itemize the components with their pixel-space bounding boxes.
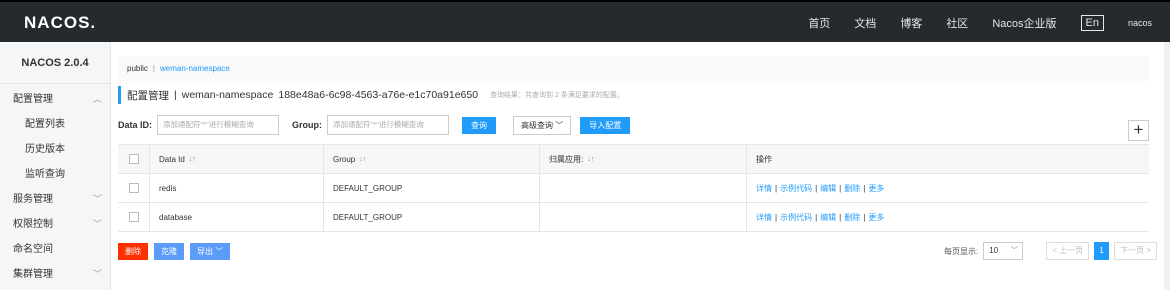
sidebar-item-access-control[interactable]: 权限控制 ﹀	[0, 212, 110, 237]
cell-group: DEFAULT_GROUP	[324, 174, 540, 202]
cell-data-id: redis	[150, 174, 324, 202]
group-input[interactable]: 添加通配符"*"进行模糊查询	[327, 115, 450, 135]
sidebar-item-config-list[interactable]: 配置列表	[0, 112, 110, 137]
detail-link[interactable]: 详情	[756, 212, 772, 223]
advanced-query-button[interactable]: 高级查询 ﹀	[513, 115, 572, 135]
namespace-breadcrumb: public | weman-namespace	[118, 56, 1149, 81]
row-operations: 详情 | 示例代码 | 编辑 | 删除 | 更多	[756, 183, 885, 194]
table-row: database DEFAULT_GROUP 详情 | 示例代码 | 编辑 | 删除 |…	[118, 203, 1149, 232]
row-operations: 详情 | 示例代码 | 编辑 | 删除 | 更多	[756, 212, 885, 223]
import-config-button[interactable]: 导入配置	[580, 116, 631, 134]
bulk-actions: 删除 克隆 导出 ﹀	[118, 243, 236, 260]
query-result-hint: 查询结果：共查询到 2 条满足要求的配置。	[490, 92, 624, 99]
sort-icon[interactable]: ↓↑	[189, 156, 196, 163]
version-label: NACOS 2.0.4	[0, 42, 110, 84]
table-header: Data Id ↓↑ Group ↓↑ 归属应用: ↓↑ 操作	[118, 145, 1149, 174]
detail-link[interactable]: 详情	[756, 183, 772, 194]
namespace-name: weman-namespace	[181, 89, 274, 101]
nav-home[interactable]: 首页	[808, 15, 830, 31]
column-data-id: Data Id	[159, 154, 185, 164]
user-menu[interactable]: nacos	[1128, 18, 1152, 28]
sidebar-item-config-management[interactable]: 配置管理 ︿	[0, 87, 110, 112]
page-size-label: 每页显示:	[943, 246, 979, 256]
nav-docs[interactable]: 文档	[854, 15, 876, 31]
page-title: 配置管理 | weman-namespace 188e48a6-6c98-456…	[118, 86, 624, 104]
nav-enterprise[interactable]: Nacos企业版	[992, 15, 1056, 31]
sample-code-link[interactable]: 示例代码	[780, 212, 812, 223]
cell-app	[540, 174, 747, 202]
more-link[interactable]: 更多	[868, 212, 884, 223]
group-label: Group:	[292, 120, 323, 130]
chevron-down-icon: ﹀	[555, 120, 564, 130]
sample-code-link[interactable]: 示例代码	[780, 183, 812, 194]
add-config-button[interactable]: +	[1128, 120, 1149, 141]
chevron-down-icon: ﹀	[92, 269, 102, 279]
more-link[interactable]: 更多	[868, 183, 884, 194]
sidebar-item-service-management[interactable]: 服务管理 ﹀	[0, 187, 110, 212]
search-filters: Data ID: 添加通配符"*"进行模糊查询 Group: 添加通配符"*"进…	[118, 115, 631, 135]
delete-link[interactable]: 删除	[844, 183, 860, 194]
sidebar-item-namespace[interactable]: 命名空间	[0, 237, 110, 262]
table-row: redis DEFAULT_GROUP 详情 | 示例代码 | 编辑 | 删除 | 更多	[118, 174, 1149, 203]
row-checkbox[interactable]	[128, 183, 139, 193]
current-page[interactable]: 1	[1094, 242, 1110, 260]
page-size-select[interactable]: 10 ﹀	[983, 242, 1024, 260]
top-nav-links: 首页 文档 博客 社区 Nacos企业版 En nacos	[808, 2, 1170, 44]
config-table: Data Id ↓↑ Group ↓↑ 归属应用: ↓↑ 操作 redis DEFAU…	[118, 144, 1149, 232]
sort-icon[interactable]: ↓↑	[587, 156, 594, 163]
cell-app	[540, 203, 747, 231]
dataid-label: Data ID:	[118, 120, 153, 130]
language-toggle[interactable]: En	[1080, 15, 1104, 31]
chevron-down-icon: ﹀	[92, 219, 102, 229]
plus-icon: +	[1133, 120, 1144, 139]
sidebar-item-history[interactable]: 历史版本	[0, 137, 110, 162]
namespace-id: 188e48a6-6c98-4563-a76e-e1c70a91e650	[278, 89, 479, 101]
nav-blog[interactable]: 博客	[900, 15, 922, 31]
chevron-down-icon: ﹀	[215, 247, 224, 256]
nav-community[interactable]: 社区	[946, 15, 968, 31]
dataid-input[interactable]: 添加通配符"*"进行模糊查询	[157, 115, 280, 135]
cell-data-id: database	[150, 203, 324, 231]
namespace-public[interactable]: public	[127, 64, 148, 73]
chevron-down-icon: ﹀	[92, 194, 102, 204]
chevron-up-icon: ︿	[92, 94, 102, 104]
bulk-delete-button[interactable]: 删除	[118, 243, 148, 260]
edit-link[interactable]: 编辑	[820, 212, 836, 223]
edit-link[interactable]: 编辑	[820, 183, 836, 194]
prev-page-button[interactable]: < 上一页	[1046, 242, 1090, 260]
top-navbar: NACOS. 首页 文档 博客 社区 Nacos企业版 En nacos	[0, 0, 1170, 42]
row-checkbox[interactable]	[128, 212, 139, 222]
sidebar-item-listener-query[interactable]: 监听查询	[0, 162, 110, 187]
sort-icon[interactable]: ↓↑	[359, 156, 366, 163]
column-app: 归属应用:	[549, 154, 584, 164]
clone-button[interactable]: 克隆	[154, 243, 184, 260]
scrollbar[interactable]	[1164, 42, 1170, 290]
column-group: Group	[333, 154, 356, 164]
select-all-checkbox[interactable]	[128, 154, 139, 164]
delete-link[interactable]: 删除	[844, 212, 860, 223]
sidebar-item-cluster-management[interactable]: 集群管理 ﹀	[0, 262, 110, 287]
pagination: 每页显示: 10 ﹀ < 上一页 1 下一页 >	[944, 242, 1157, 260]
export-button[interactable]: 导出 ﹀	[190, 243, 231, 260]
chevron-down-icon: ﹀	[1010, 246, 1019, 255]
nacos-logo[interactable]: NACOS.	[24, 13, 96, 33]
column-operations: 操作	[756, 154, 772, 164]
namespace-weman[interactable]: weman-namespace	[160, 64, 230, 73]
cell-group: DEFAULT_GROUP	[324, 203, 540, 231]
next-page-button[interactable]: 下一页 >	[1114, 242, 1157, 260]
query-button[interactable]: 查询	[462, 116, 497, 134]
sidebar: NACOS 2.0.4 配置管理 ︿ 配置列表 历史版本 监听查询 服务管理 ﹀ 权…	[0, 42, 111, 290]
